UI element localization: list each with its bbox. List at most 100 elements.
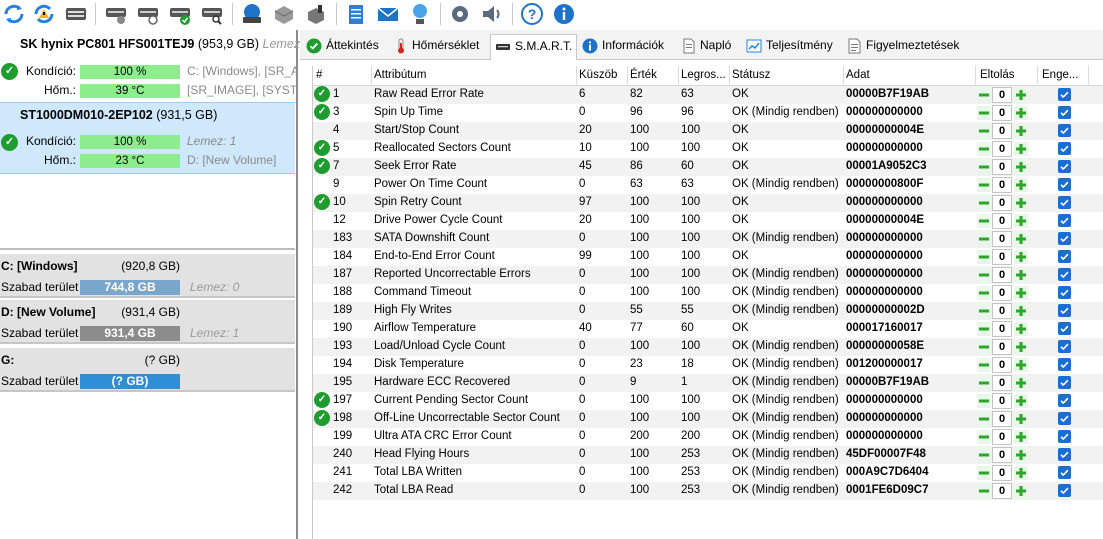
plus-icon[interactable] xyxy=(1014,484,1028,498)
enabled-checkbox[interactable] xyxy=(1058,196,1071,209)
notepad-icon[interactable] xyxy=(344,2,368,26)
plus-icon[interactable] xyxy=(1014,268,1028,282)
enabled-checkbox[interactable] xyxy=(1058,88,1071,101)
plus-icon[interactable] xyxy=(1014,160,1028,174)
minus-icon[interactable] xyxy=(977,376,991,390)
offset-value[interactable]: 0 xyxy=(992,195,1012,211)
offset-stepper[interactable]: 0 xyxy=(977,411,1029,427)
minus-icon[interactable] xyxy=(977,250,991,264)
plus-icon[interactable] xyxy=(1014,214,1028,228)
disk-info-icon[interactable] xyxy=(240,2,264,26)
offset-value[interactable]: 0 xyxy=(992,339,1012,355)
minus-icon[interactable] xyxy=(977,214,991,228)
offset-value[interactable]: 0 xyxy=(992,105,1012,121)
offset-value[interactable]: 0 xyxy=(992,87,1012,103)
enabled-checkbox[interactable] xyxy=(1058,232,1071,245)
minus-icon[interactable] xyxy=(977,232,991,246)
col-header-attribute[interactable]: Attribútum xyxy=(374,69,426,81)
gear-icon[interactable] xyxy=(448,2,472,26)
plus-icon[interactable] xyxy=(1014,340,1028,354)
offset-value[interactable]: 0 xyxy=(992,213,1012,229)
offset-value[interactable]: 0 xyxy=(992,357,1012,373)
offset-stepper[interactable]: 0 xyxy=(977,303,1029,319)
table-row[interactable]: ✓ 10 Spin Retry Count 97 100 100 OK 00000000000… xyxy=(313,194,1103,212)
hdd-usb-icon[interactable] xyxy=(304,2,328,26)
enabled-checkbox[interactable] xyxy=(1058,376,1071,389)
volume-item[interactable]: C: [Windows] (920,8 GB) Szabad terület 7… xyxy=(0,254,295,298)
enabled-checkbox[interactable] xyxy=(1058,448,1071,461)
plus-icon[interactable] xyxy=(1014,178,1028,192)
col-header-offset[interactable]: Eltolás xyxy=(980,69,1015,81)
table-row[interactable]: 187 Reported Uncorrectable Errors 0 100 100 O… xyxy=(313,266,1103,284)
offset-value[interactable]: 0 xyxy=(992,429,1012,445)
plus-icon[interactable] xyxy=(1014,394,1028,408)
table-row[interactable]: ✓ 197 Current Pending Sector Count 0 100 100 O… xyxy=(313,392,1103,410)
table-row[interactable]: 4 Start/Stop Count 20 100 100 OK 00000000004E 0 xyxy=(313,122,1103,140)
enabled-checkbox[interactable] xyxy=(1058,142,1071,155)
table-row[interactable]: ✓ 5 Reallocated Sectors Count 10 100 100 OK 000… xyxy=(313,140,1103,158)
table-row[interactable]: 184 End-to-End Error Count 99 100 100 OK 00000… xyxy=(313,248,1103,266)
plus-icon[interactable] xyxy=(1014,196,1028,210)
enabled-checkbox[interactable] xyxy=(1058,106,1071,119)
offset-stepper[interactable]: 0 xyxy=(977,339,1029,355)
offset-stepper[interactable]: 0 xyxy=(977,195,1029,211)
network-icon[interactable] xyxy=(408,2,432,26)
enabled-checkbox[interactable] xyxy=(1058,214,1071,227)
minus-icon[interactable] xyxy=(977,412,991,426)
col-header-status[interactable]: Státusz xyxy=(732,69,770,81)
minus-icon[interactable] xyxy=(977,340,991,354)
plus-icon[interactable] xyxy=(1014,124,1028,138)
table-row[interactable]: ✓ 1 Raw Read Error Rate 6 82 63 OK 00000B7F19AB… xyxy=(313,86,1103,104)
offset-stepper[interactable]: 0 xyxy=(977,465,1029,481)
col-header-id[interactable]: # xyxy=(316,69,322,81)
minus-icon[interactable] xyxy=(977,124,991,138)
hdd-clock-icon[interactable] xyxy=(136,2,160,26)
disk-item[interactable]: SK hynix PC801 HFS001TEJ9 (953,9 GB) Lem… xyxy=(0,32,314,104)
minus-icon[interactable] xyxy=(977,358,991,372)
enabled-checkbox[interactable] xyxy=(1058,466,1071,479)
table-row[interactable]: ✓ 3 Spin Up Time 0 96 96 OK (Mindig rendben) 00… xyxy=(313,104,1103,122)
minus-icon[interactable] xyxy=(977,430,991,444)
offset-value[interactable]: 0 xyxy=(992,231,1012,247)
offset-stepper[interactable]: 0 xyxy=(977,357,1029,373)
plus-icon[interactable] xyxy=(1014,322,1028,336)
offset-value[interactable]: 0 xyxy=(992,123,1012,139)
offset-value[interactable]: 0 xyxy=(992,393,1012,409)
enabled-checkbox[interactable] xyxy=(1058,394,1071,407)
enabled-checkbox[interactable] xyxy=(1058,286,1071,299)
info-icon[interactable] xyxy=(552,2,576,26)
tab-performance[interactable]: Teljesítmény xyxy=(746,34,833,60)
offset-stepper[interactable]: 0 xyxy=(977,321,1029,337)
offset-stepper[interactable]: 0 xyxy=(977,483,1029,499)
minus-icon[interactable] xyxy=(977,286,991,300)
offset-value[interactable]: 0 xyxy=(992,249,1012,265)
offset-stepper[interactable]: 0 xyxy=(977,87,1029,103)
col-header-enabled[interactable]: Enge... xyxy=(1042,69,1078,81)
plus-icon[interactable] xyxy=(1014,466,1028,480)
table-row[interactable]: 9 Power On Time Count 0 63 63 OK (Mindig rend… xyxy=(313,176,1103,194)
tab-temperature[interactable]: Hőmérséklet xyxy=(394,34,479,60)
offset-value[interactable]: 0 xyxy=(992,411,1012,427)
hdd-icon[interactable] xyxy=(64,2,88,26)
offset-stepper[interactable]: 0 xyxy=(977,375,1029,391)
enabled-checkbox[interactable] xyxy=(1058,358,1071,371)
help-icon[interactable]: ? xyxy=(520,2,544,26)
enabled-checkbox[interactable] xyxy=(1058,268,1071,281)
minus-icon[interactable] xyxy=(977,394,991,408)
table-row[interactable]: ✓ 198 Off-Line Uncorrectable Sector Count 0… xyxy=(313,410,1103,428)
splitter[interactable] xyxy=(296,30,298,539)
minus-icon[interactable] xyxy=(977,304,991,318)
table-row[interactable]: 241 Total LBA Written 0 100 253 OK (Mindig re… xyxy=(313,464,1103,482)
minus-icon[interactable] xyxy=(977,88,991,102)
plus-icon[interactable] xyxy=(1014,430,1028,444)
offset-value[interactable]: 0 xyxy=(992,321,1012,337)
enabled-checkbox[interactable] xyxy=(1058,124,1071,137)
table-row[interactable]: 199 Ultra ATA CRC Error Count 0 200 200 OK (M… xyxy=(313,428,1103,446)
table-row[interactable]: 183 SATA Downshift Count 0 100 100 OK (Mindig… xyxy=(313,230,1103,248)
speaker-icon[interactable] xyxy=(480,2,504,26)
minus-icon[interactable] xyxy=(977,160,991,174)
offset-value[interactable]: 0 xyxy=(992,447,1012,463)
minus-icon[interactable] xyxy=(977,106,991,120)
enabled-checkbox[interactable] xyxy=(1058,412,1071,425)
plus-icon[interactable] xyxy=(1014,412,1028,426)
